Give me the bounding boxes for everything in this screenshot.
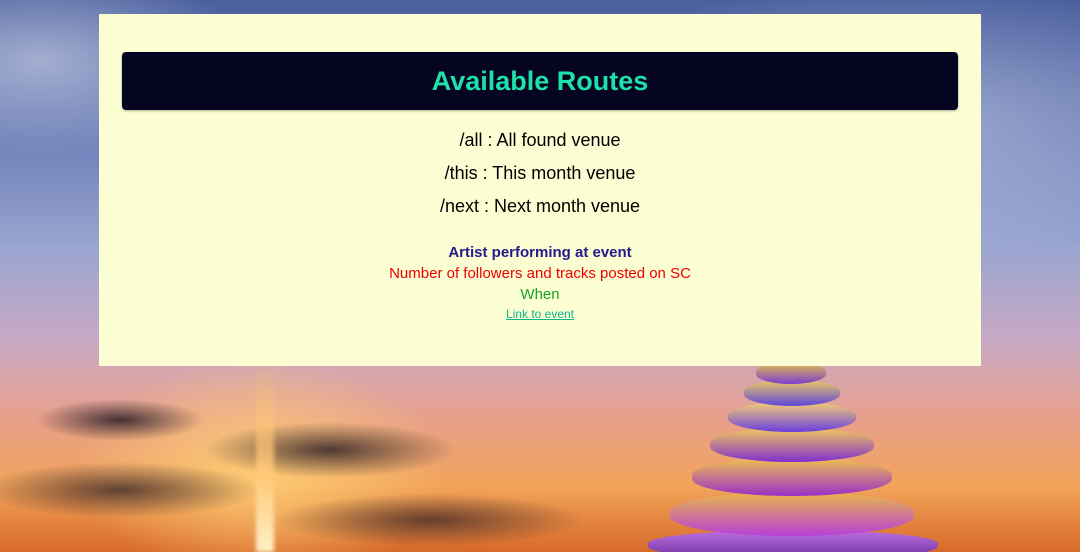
- festival-tower-decoration: [648, 362, 948, 552]
- legend-when: When: [520, 286, 560, 303]
- legend-followers: Number of followers and tracks posted on…: [389, 265, 691, 282]
- clouds-decoration: [0, 380, 640, 552]
- routes-panel: Available Routes /all : All found venue …: [99, 14, 981, 366]
- route-next: /next : Next month venue: [439, 196, 641, 216]
- event-legend: Artist performing at event Number of fol…: [99, 243, 981, 323]
- title-banner: Available Routes: [122, 52, 958, 110]
- sun-beam-decoration: [256, 360, 274, 552]
- route-all: /all : All found venue: [459, 130, 621, 150]
- routes-list: /all : All found venue /this : This mont…: [99, 128, 981, 227]
- route-this: /this : This month venue: [444, 163, 636, 183]
- link-to-event[interactable]: Link to event: [506, 307, 574, 321]
- legend-artist: Artist performing at event: [448, 244, 632, 261]
- page-title: Available Routes: [431, 65, 649, 96]
- page-background: Available Routes /all : All found venue …: [0, 0, 1080, 552]
